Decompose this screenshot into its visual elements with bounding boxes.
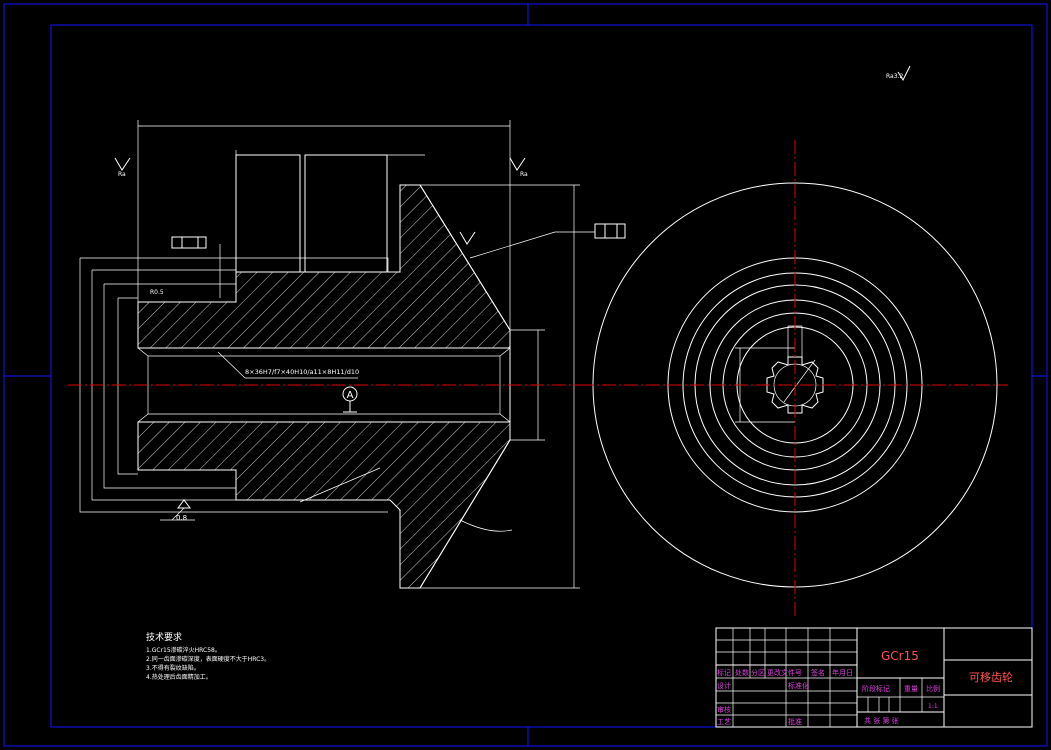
tb-zone: 分区: [751, 668, 765, 677]
tb-scale-value: 1:1: [928, 703, 938, 710]
tb-sheets: 共 张 第 张: [864, 716, 899, 725]
tb-sign: 签名: [811, 668, 825, 677]
tb-weight: 重量: [904, 685, 918, 693]
cad-drawing: A 0.8 Ra Ra 8×36H7/f7×40H10/a11×8H11/d10…: [3, 3, 1048, 747]
svg-text:Ra: Ra: [118, 171, 126, 178]
spline-callout: 8×36H7/f7×40H10/a11×8H11/d10: [245, 368, 359, 376]
title-block: 标记 处数 分区 更改文件号 签名 年月日 设计 标准化 审核 工艺 批准 阶段…: [715, 627, 1033, 728]
tb-design: 设计: [717, 681, 731, 690]
svg-text:Ra: Ra: [520, 171, 528, 178]
tech-line-4: 4.热处理后齿面精加工。: [146, 673, 212, 681]
tech-line-1: 1.GCr15渗碳淬火HRC58。: [146, 646, 221, 654]
tb-review: 审核: [717, 705, 731, 714]
tech-line-3: 3.不得有裂纹缺陷。: [146, 664, 200, 672]
tb-material: GCr15: [881, 649, 919, 663]
general-roughness: Ra3.2: [886, 65, 911, 82]
tb-stage-mark: 阶段标记: [862, 684, 890, 693]
tb-standardization: 标准化: [788, 681, 809, 690]
svg-text:R0.5: R0.5: [150, 289, 164, 296]
datum-label: A: [347, 390, 354, 401]
end-view: [580, 140, 1008, 618]
tb-process: 工艺: [717, 718, 731, 726]
datum-bottom-value: 0.8: [176, 514, 187, 522]
hatch-upper: [137, 184, 511, 349]
tb-change-doc: 更改文件号: [767, 668, 802, 677]
section-view: A 0.8 Ra Ra 8×36H7/f7×40H10/a11×8H11/d10…: [68, 120, 626, 589]
tb-part-name: 可移齿轮: [969, 670, 1013, 684]
tb-approve: 批准: [788, 717, 802, 726]
inner-frame: [50, 24, 1033, 728]
tech-requirements: 技术要求 1.GCr15渗碳淬火HRC58。 2.同一齿面渗碳深度，表面硬度不大…: [146, 631, 270, 681]
tb-mark: 标记: [717, 668, 731, 677]
tech-line-2: 2.同一齿面渗碳深度，表面硬度不大于HRC3。: [146, 655, 270, 663]
tb-count: 处数: [735, 668, 749, 677]
tb-scale: 比例: [926, 684, 940, 693]
tech-title: 技术要求: [146, 631, 182, 643]
hatch-lower: [137, 421, 511, 589]
tb-date: 年月日: [832, 668, 853, 677]
